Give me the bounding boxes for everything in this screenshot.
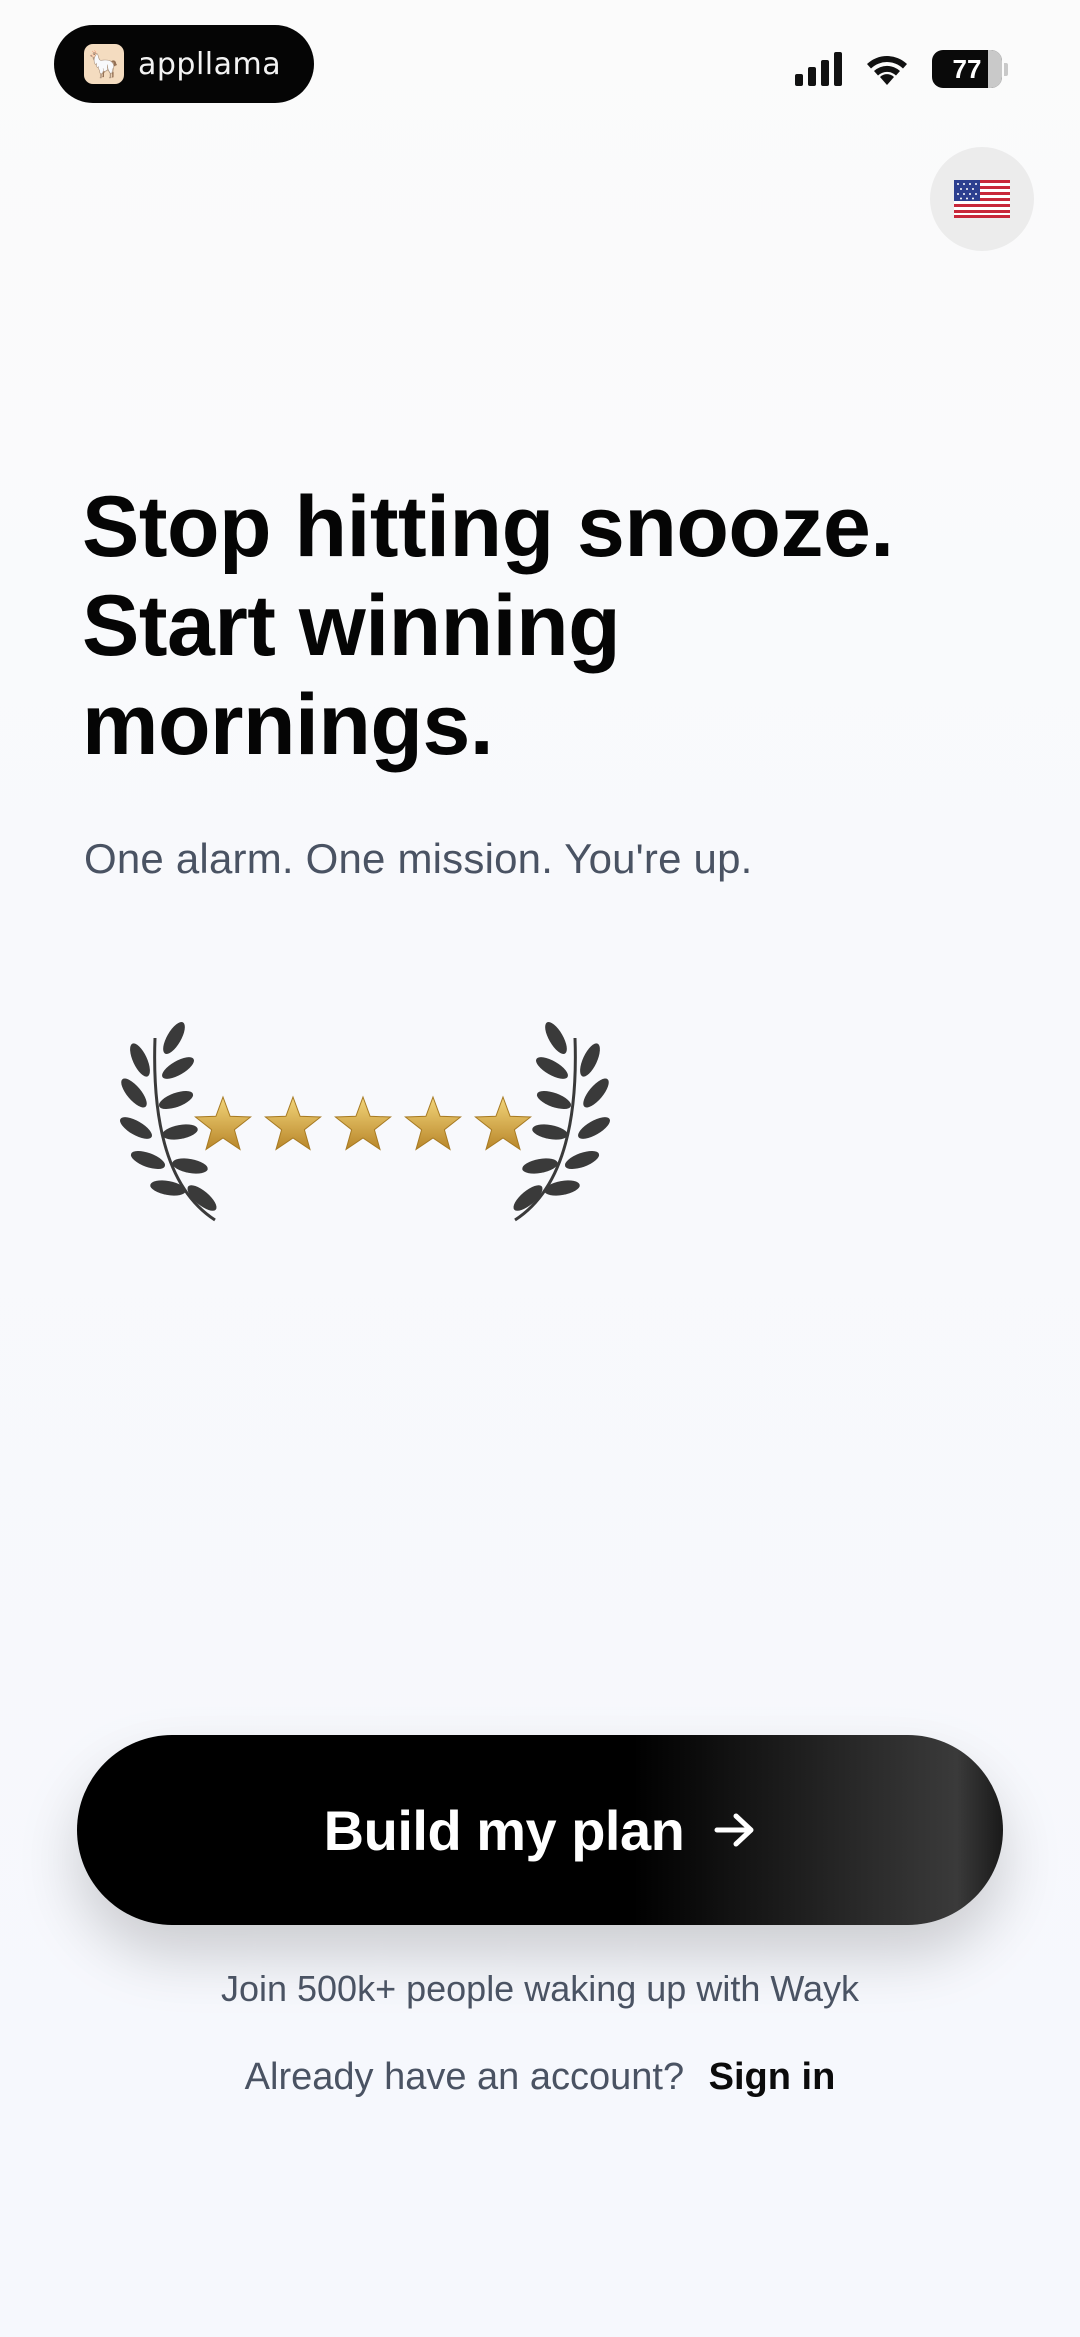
language-selector-button[interactable] xyxy=(930,147,1034,251)
battery-level: 77 xyxy=(952,53,982,84)
star-icon xyxy=(334,1095,392,1151)
arrow-right-icon xyxy=(714,1813,754,1847)
status-icons: 77 xyxy=(795,50,1008,88)
appllama-badge: 🦙 appllama xyxy=(54,25,314,103)
signin-row: Already have an account? Sign in xyxy=(0,2056,1080,2099)
battery-icon: 77 xyxy=(932,50,1008,88)
headline-line-2: Start winning xyxy=(82,578,621,674)
build-my-plan-button[interactable]: Build my plan xyxy=(77,1735,1003,1925)
five-star-rating xyxy=(116,1018,614,1222)
wifi-icon xyxy=(867,56,907,85)
star-icon xyxy=(474,1095,532,1151)
build-my-plan-label: Build my plan xyxy=(323,1798,685,1862)
star-icon xyxy=(404,1095,462,1151)
llama-logo-icon: 🦙 xyxy=(84,44,124,84)
headline-line-3: mornings. xyxy=(82,677,494,773)
headline-line-1: Stop hitting snooze. xyxy=(82,479,894,575)
sign-in-link[interactable]: Sign in xyxy=(709,2056,836,2098)
cellular-signal-icon xyxy=(795,52,842,86)
brand-name: appllama xyxy=(138,46,282,82)
headline: Stop hitting snooze. Start winning morni… xyxy=(82,478,982,775)
social-proof-text: Join 500k+ people waking up with Wayk xyxy=(220,1968,860,2009)
star-icon xyxy=(264,1095,322,1151)
us-flag-icon xyxy=(954,180,1010,218)
signin-prompt: Already have an account? xyxy=(244,2056,685,2098)
star-icon xyxy=(194,1095,252,1151)
subtitle: One alarm. One mission. You're up. xyxy=(84,835,753,882)
